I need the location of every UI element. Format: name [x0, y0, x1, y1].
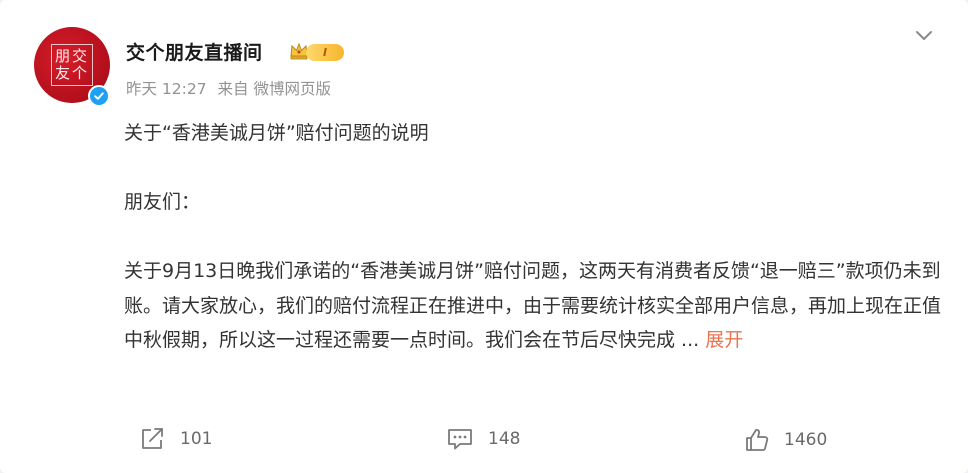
post-title: 关于“香港美诚月饼”赔付问题的说明 [124, 122, 429, 144]
chevron-down-icon[interactable] [914, 28, 934, 47]
post-ellipsis: ... [675, 329, 706, 351]
post-body: 关于9月13日晚我们承诺的“香港美诚月饼”赔付问题，这两天有消费者反馈“退一赔三… [124, 254, 942, 358]
comment-button[interactable]: 148 [446, 427, 520, 451]
like-button[interactable]: 1460 [744, 427, 827, 453]
repost-count: 101 [180, 429, 213, 449]
author-name[interactable]: 交个朋友直播间 [126, 38, 263, 65]
post-time[interactable]: 昨天 12:27 [126, 80, 207, 98]
like-count: 1460 [784, 430, 828, 450]
avatar-glyph: 交 [72, 47, 88, 65]
comment-icon [448, 429, 472, 450]
verified-check-icon [88, 85, 110, 107]
post-body-text: 关于9月13日晚我们承诺的“香港美诚月饼”赔付问题，这两天有消费者反馈“退一赔三… [124, 260, 942, 351]
level-badge[interactable]: I [306, 44, 344, 61]
post-meta: 昨天 12:27 来自 微博网页版 [126, 77, 337, 99]
avatar-glyph: 朋 [55, 47, 71, 65]
post-source: 来自 微博网页版 [217, 80, 331, 98]
post-content: 关于“香港美诚月饼”赔付问题的说明 朋友们： 关于9月13日晚我们承诺的“香港美… [124, 116, 942, 358]
comment-count: 148 [488, 429, 521, 449]
avatar-glyph: 友 [55, 64, 71, 82]
avatar-glyph: 个 [72, 64, 88, 82]
thumbs-up-icon [746, 429, 769, 451]
weibo-post-card: 朋 交 友 个 交个朋友直播间 I 昨天 12:27 来自 微博网页版 关于“香… [0, 0, 968, 473]
expand-link[interactable]: 展开 [705, 329, 743, 351]
post-greeting: 朋友们： [124, 191, 201, 213]
action-bar: 101 148 1460 [0, 427, 968, 459]
repost-button[interactable]: 101 [140, 427, 212, 451]
repost-icon [142, 428, 163, 449]
